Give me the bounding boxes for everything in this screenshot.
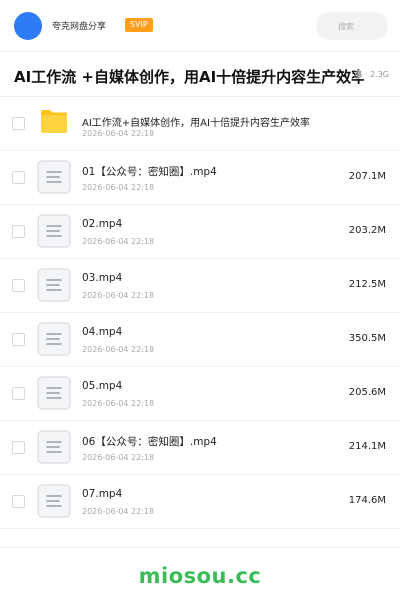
file-name: 06【公众号：密知圈】.mp4 (82, 436, 217, 448)
row-checkbox[interactable] (12, 225, 25, 238)
document-icon (37, 214, 71, 248)
file-size: 350.5M (348, 333, 386, 344)
page-title: AI工作流 +自媒体创作，用AI十倍提升内容生产效率 (14, 68, 364, 86)
document-icon (37, 484, 71, 518)
share-header: 夸克网盘分享 SVIP (0, 0, 400, 52)
file-row[interactable]: 01【公众号：密知圈】.mp4 2026-06-04 22:18 207.1M (0, 151, 400, 205)
row-checkbox[interactable] (12, 333, 25, 346)
file-name: 07.mp4 (82, 488, 123, 500)
file-row[interactable]: 02.mp4 2026-06-04 22:18 203.2M (0, 205, 400, 259)
search-box[interactable] (316, 12, 388, 40)
file-name: 02.mp4 (82, 218, 123, 230)
file-row[interactable]: 04.mp4 2026-06-04 22:18 350.5M (0, 313, 400, 367)
document-icon (37, 376, 71, 410)
watermark-logo: miosou.cc (138, 564, 262, 588)
row-checkbox[interactable] (12, 441, 25, 454)
row-checkbox[interactable] (12, 387, 25, 400)
file-name: 03.mp4 (82, 272, 123, 284)
file-date: 2026-06-04 22:18 (82, 237, 155, 246)
share-owner-name: 夸克网盘分享 (52, 22, 107, 32)
folder-date: 2026-06-04 22:18 (82, 129, 155, 138)
folder-icon (41, 110, 67, 133)
row-checkbox[interactable] (12, 171, 25, 184)
file-name: 05.mp4 (82, 380, 123, 392)
avatar[interactable] (14, 12, 42, 40)
file-date: 2026-06-04 22:18 (82, 183, 155, 192)
title-row: AI工作流 +自媒体创作，用AI十倍提升内容生产效率 4 · 2.3G (0, 52, 400, 97)
file-name: 04.mp4 (82, 326, 123, 338)
svip-badge: SVIP (125, 18, 153, 32)
file-size: 214.1M (348, 441, 386, 452)
document-icon (37, 268, 71, 302)
file-size: 207.1M (348, 171, 386, 182)
search-input[interactable] (316, 12, 388, 40)
folder-row[interactable]: AI工作流+自媒体创作，用AI十倍提升内容生产效率 2026-06-04 22:… (0, 97, 400, 151)
file-size: 205.6M (348, 387, 386, 398)
file-date: 2026-06-04 22:18 (82, 399, 155, 408)
divider (0, 547, 400, 548)
file-list: AI工作流+自媒体创作，用AI十倍提升内容生产效率 2026-06-04 22:… (0, 97, 400, 529)
file-date: 2026-06-04 22:18 (82, 453, 155, 462)
document-icon (37, 322, 71, 356)
title-meta: 4 · 2.3G (354, 70, 400, 79)
file-row[interactable]: 03.mp4 2026-06-04 22:18 212.5M (0, 259, 400, 313)
document-icon (37, 160, 71, 194)
file-date: 2026-06-04 22:18 (82, 291, 155, 300)
row-checkbox[interactable] (12, 279, 25, 292)
file-row[interactable]: 05.mp4 2026-06-04 22:18 205.6M (0, 367, 400, 421)
document-icon (37, 430, 71, 464)
file-size: 203.2M (348, 225, 386, 236)
file-size: 174.6M (348, 495, 386, 506)
file-date: 2026-06-04 22:18 (82, 507, 155, 516)
row-checkbox[interactable] (12, 117, 25, 130)
folder-name: AI工作流+自媒体创作，用AI十倍提升内容生产效率 (82, 118, 310, 129)
file-date: 2026-06-04 22:18 (82, 345, 155, 354)
file-row[interactable]: 06【公众号：密知圈】.mp4 2026-06-04 22:18 214.1M (0, 421, 400, 475)
row-checkbox[interactable] (12, 495, 25, 508)
file-size: 212.5M (348, 279, 386, 290)
file-row[interactable]: 07.mp4 2026-06-04 22:18 174.6M (0, 475, 400, 529)
file-name: 01【公众号：密知圈】.mp4 (82, 166, 217, 178)
